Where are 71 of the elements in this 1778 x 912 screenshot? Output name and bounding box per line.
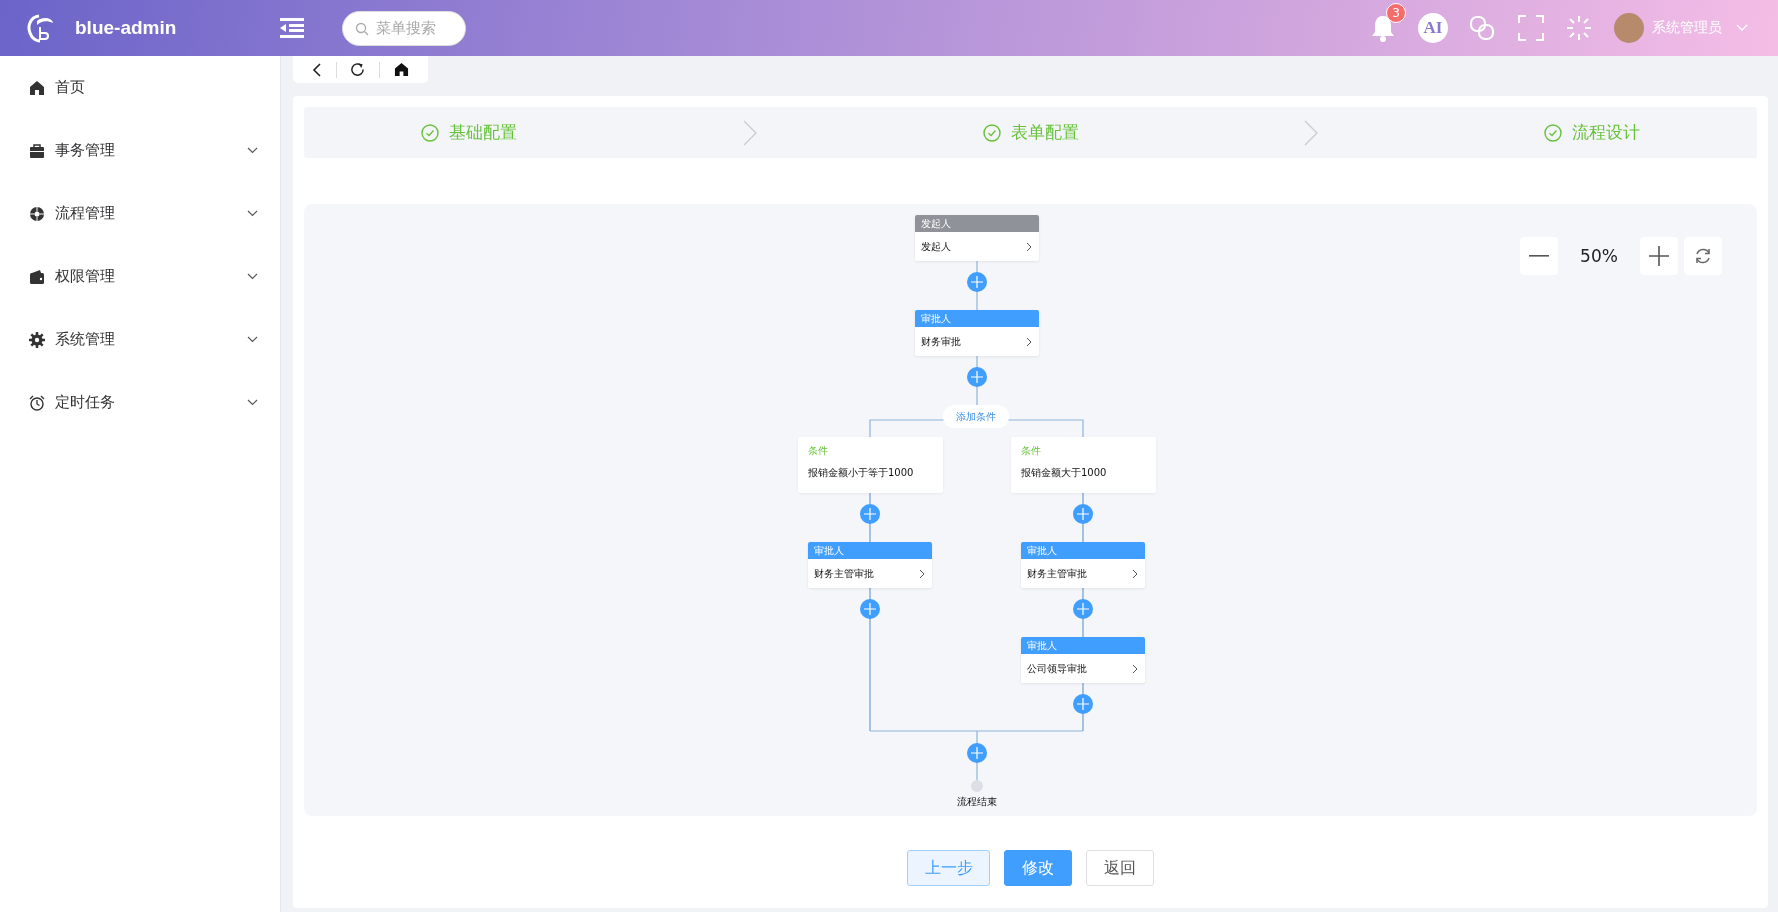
notification-badge: 3	[1386, 3, 1406, 23]
wallet-icon	[29, 268, 45, 285]
home-icon[interactable]	[394, 62, 410, 77]
zoom-out-button[interactable]	[1520, 237, 1558, 275]
chevron-right-icon	[1132, 568, 1138, 579]
chevron-right-icon	[1132, 663, 1138, 674]
flow-node[interactable]: 审批人 财务主管审批	[1021, 542, 1145, 588]
menu-collapse-icon[interactable]	[280, 18, 304, 38]
end-node-label: 流程结束	[956, 795, 998, 809]
end-node-dot	[971, 780, 983, 792]
step-item: 基础配置	[421, 121, 517, 144]
add-node-button[interactable]	[860, 599, 880, 619]
add-condition-button[interactable]: 添加条件	[943, 405, 1009, 428]
chevron-down-icon	[247, 273, 258, 280]
flow-node[interactable]: 审批人 财务主管审批	[808, 542, 932, 588]
add-node-button[interactable]	[1073, 599, 1093, 619]
check-circle-icon	[1544, 123, 1562, 142]
app-name: blue-admin	[75, 17, 177, 39]
home-icon	[29, 79, 45, 96]
step-item: 流程设计	[1544, 121, 1640, 144]
chevron-down-icon	[247, 399, 258, 406]
chevron-right-icon	[1304, 119, 1319, 146]
sidebar-item[interactable]: 权限管理	[0, 245, 280, 308]
gear-icon	[29, 331, 45, 348]
condition-node[interactable]: 条件 报销金额大于1000	[1011, 437, 1156, 493]
refresh-icon	[1694, 247, 1712, 265]
flow-node[interactable]: 发起人 发起人	[915, 215, 1039, 261]
refresh-icon[interactable]	[350, 62, 366, 77]
add-node-button[interactable]	[1073, 694, 1093, 714]
chevron-right-icon	[919, 568, 925, 579]
minus-icon	[1529, 255, 1549, 257]
sidebar-item[interactable]: 流程管理	[0, 182, 280, 245]
add-node-button[interactable]	[967, 272, 987, 292]
fullscreen-icon[interactable]	[1518, 15, 1544, 41]
flow-node[interactable]: 审批人 财务审批	[915, 310, 1039, 356]
sidebar-item[interactable]: 事务管理	[0, 119, 280, 182]
aperture-icon	[29, 205, 45, 222]
add-node-button[interactable]	[860, 504, 880, 524]
zoom-level: 50%	[1579, 246, 1619, 266]
sidebar-item[interactable]: 定时任务	[0, 371, 280, 434]
add-node-button[interactable]	[967, 743, 987, 763]
chevron-right-icon	[1026, 336, 1032, 347]
link-icon[interactable]	[1468, 14, 1496, 42]
logo-icon	[25, 13, 55, 43]
briefcase-icon	[29, 142, 45, 159]
sidebar-item[interactable]: 系统管理	[0, 308, 280, 371]
sparkle-icon[interactable]	[1566, 15, 1592, 41]
flow-node[interactable]: 审批人 公司领导审批	[1021, 637, 1145, 683]
add-node-button[interactable]	[967, 367, 987, 387]
plus-icon	[1649, 246, 1669, 266]
chevron-right-icon	[1026, 241, 1032, 252]
chevron-down-icon	[247, 147, 258, 154]
user-avatar[interactable]	[1614, 13, 1644, 43]
sidebar-item[interactable]: 首页	[0, 56, 280, 119]
ai-button[interactable]: AI	[1418, 13, 1448, 43]
search-icon	[355, 21, 369, 36]
menu-search-field[interactable]: 菜单搜索	[342, 10, 466, 46]
chevron-down-icon	[247, 210, 258, 217]
step-item: 表单配置	[982, 121, 1079, 144]
chevron-down-icon	[247, 336, 258, 343]
alarm-icon	[29, 394, 45, 411]
chevron-right-icon	[742, 119, 757, 146]
add-node-button[interactable]	[1073, 504, 1093, 524]
condition-node[interactable]: 条件 报销金额小于等于1000	[798, 437, 943, 493]
check-circle-icon	[982, 123, 1001, 142]
zoom-in-button[interactable]	[1640, 237, 1678, 275]
back-icon[interactable]	[311, 62, 322, 77]
reset-button[interactable]	[1684, 237, 1722, 275]
check-circle-icon	[421, 123, 439, 142]
action-button[interactable]: 返回	[1086, 850, 1154, 886]
chevron-down-icon[interactable]	[1736, 24, 1748, 32]
